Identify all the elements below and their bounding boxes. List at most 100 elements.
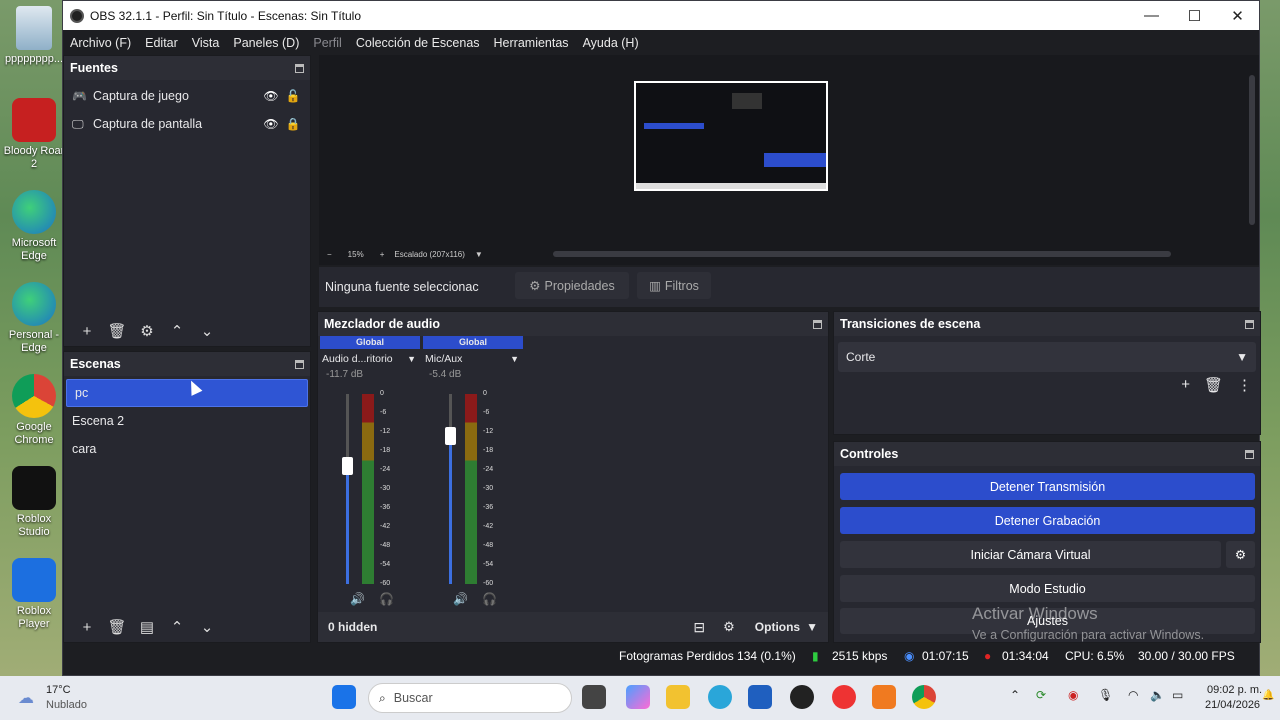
menu-editar[interactable]: Editar — [138, 36, 185, 50]
trash-icon[interactable]: 🗑 — [102, 322, 132, 340]
menu-archivo[interactable]: Archivo (F) — [63, 36, 138, 50]
title-bar[interactable]: OBS 32.1.1 - Perfil: Sin Título - Escena… — [63, 1, 1259, 30]
volume-fader-handle[interactable] — [342, 457, 353, 476]
menu-paneles[interactable]: Paneles (D) — [226, 36, 306, 50]
studio-mode-button[interactable]: Modo Estudio — [840, 575, 1255, 602]
close-button[interactable]: ✕ — [1216, 7, 1259, 25]
arrow-up-icon[interactable]: ⌃ — [162, 322, 192, 340]
arrow-down-icon[interactable]: ⌄ — [192, 322, 222, 340]
microphone-icon[interactable]: 🎙 — [1098, 688, 1113, 702]
sync-icon[interactable]: ⟳ — [1036, 688, 1046, 702]
desktop-icon-personal-edge[interactable]: Personal - Edge — [2, 282, 66, 355]
speaker-icon[interactable]: 🔊 — [350, 592, 365, 606]
desktop-icon-edge[interactable]: Microsoft Edge — [2, 190, 66, 263]
speaker-icon[interactable]: 🔊 — [453, 592, 468, 606]
taskbar-search[interactable]: ⌕ Buscar — [368, 683, 572, 713]
transition-select[interactable]: Corte ▼ — [838, 342, 1256, 372]
eye-icon[interactable]: 👁 — [262, 117, 280, 131]
menu-herramientas[interactable]: Herramientas — [487, 36, 576, 50]
chevron-up-icon[interactable]: ⌃ — [1010, 688, 1020, 702]
undock-icon[interactable] — [813, 319, 822, 329]
headphones-icon[interactable]: 🎧 — [482, 592, 497, 606]
lock-icon[interactable]: 🔒 — [284, 117, 302, 131]
layout-icon[interactable]: ⊟ — [693, 619, 705, 636]
filter-icon[interactable]: ▤ — [132, 618, 162, 636]
app-red-icon[interactable] — [832, 685, 856, 709]
scene-item[interactable]: cara — [64, 435, 310, 463]
properties-button[interactable]: ⚙ Propiedades — [515, 272, 629, 299]
menu-ayuda[interactable]: Ayuda (H) — [576, 36, 646, 50]
task-view-icon[interactable] — [582, 685, 606, 709]
obs-icon[interactable] — [790, 685, 814, 709]
preview-zoom-bar: − 15% + Escalado (207x116) ▼ — [319, 247, 1259, 261]
add-icon[interactable]: + — [72, 323, 102, 340]
clock-time[interactable]: 09:02 p. m. — [1207, 684, 1262, 696]
desktop-icon-roblox-player[interactable]: Roblox Player — [2, 558, 66, 631]
windows-start-icon[interactable] — [332, 685, 356, 709]
virtual-camera-button[interactable]: Iniciar Cámara Virtual — [840, 541, 1221, 568]
chevron-down-icon[interactable]: ▼ — [806, 620, 818, 634]
tray-app-icon[interactable]: ◉ — [1068, 688, 1078, 702]
preview-scrollbar-v[interactable] — [1249, 75, 1255, 225]
more-icon[interactable]: ⋮ — [1237, 376, 1252, 394]
file-explorer-icon[interactable] — [666, 685, 690, 709]
scene-item[interactable]: Escena 2 — [64, 407, 310, 435]
trash-icon[interactable]: 🗑 — [1204, 376, 1223, 394]
menu-coleccion[interactable]: Colección de Escenas — [349, 36, 487, 50]
arrow-up-icon[interactable]: ⌃ — [162, 618, 192, 636]
gear-icon[interactable]: ⚙ — [132, 322, 162, 340]
battery-icon[interactable]: ▭ — [1172, 688, 1183, 702]
source-item[interactable]: 🎮 Captura de juego 👁 🔓 — [64, 82, 310, 110]
meter-scale-label: 0 — [483, 390, 487, 397]
mixer-settings-icon[interactable]: ⚙ — [723, 619, 735, 635]
channel-name[interactable]: Mic/Aux ▼ — [423, 349, 523, 369]
copilot-icon[interactable] — [626, 685, 650, 709]
channel-name[interactable]: Audio d...ritorio ▼ — [320, 349, 420, 369]
undock-icon[interactable] — [1245, 319, 1254, 329]
clock-date[interactable]: 21/04/2026 — [1205, 699, 1260, 711]
filters-button[interactable]: ▥ Filtros — [637, 272, 711, 299]
undock-icon[interactable] — [295, 63, 304, 73]
desktop-icon-recycle[interactable]: pppppppp... — [2, 6, 66, 66]
virtual-camera-settings-icon[interactable]: ⚙ — [1226, 541, 1255, 568]
desktop-icon-chrome[interactable]: Google Chrome — [2, 374, 66, 447]
options-button[interactable]: Options — [755, 620, 800, 634]
eye-icon[interactable]: 👁 — [262, 89, 280, 103]
preview-area[interactable]: − 15% + Escalado (207x116) ▼ — [319, 55, 1259, 265]
chevron-down-icon[interactable]: ▼ — [510, 354, 519, 364]
source-item[interactable]: 🖵 Captura de pantalla 👁 🔒 — [64, 110, 310, 138]
chevron-down-icon[interactable]: ▼ — [407, 354, 416, 364]
fl-studio-icon[interactable] — [872, 685, 896, 709]
edge-icon[interactable] — [708, 685, 732, 709]
headphones-icon[interactable]: 🎧 — [379, 592, 394, 606]
volume-icon[interactable]: 🔈 — [1150, 688, 1165, 702]
trash-icon[interactable]: 🗑 — [102, 618, 132, 636]
stop-record-button[interactable]: Detener Grabación — [840, 507, 1255, 534]
undock-icon[interactable] — [295, 359, 304, 369]
weather-desc[interactable]: Nublado — [46, 699, 87, 711]
minimize-button[interactable]: — — [1130, 7, 1173, 25]
desktop-icon-bloody-roar[interactable]: Bloody Roar 2 — [2, 98, 66, 171]
maximize-button[interactable]: ☐ — [1173, 7, 1216, 25]
stop-stream-button[interactable]: Detener Transmisión — [840, 473, 1255, 500]
chrome-icon[interactable] — [912, 685, 936, 709]
zoom-in-button[interactable]: + — [380, 250, 385, 259]
wifi-icon[interactable]: ◠ — [1128, 688, 1138, 702]
undock-icon[interactable] — [1245, 449, 1254, 459]
volume-fader-track[interactable] — [346, 394, 349, 584]
desktop-icon-roblox-studio[interactable]: Roblox Studio — [2, 466, 66, 539]
notification-icon[interactable]: 🔔 — [1262, 690, 1274, 701]
volume-fader-track[interactable] — [449, 394, 452, 584]
unlock-icon[interactable]: 🔓 — [284, 89, 302, 103]
store-icon[interactable] — [748, 685, 772, 709]
add-icon[interactable]: + — [72, 619, 102, 636]
source-label: Captura de juego — [93, 89, 189, 103]
arrow-down-icon[interactable]: ⌄ — [192, 618, 222, 636]
menu-perfil[interactable]: Perfil — [306, 36, 348, 50]
menu-vista[interactable]: Vista — [185, 36, 227, 50]
scale-dropdown-icon[interactable]: ▼ — [475, 250, 483, 259]
add-icon[interactable]: + — [1181, 376, 1190, 394]
zoom-out-button[interactable]: − — [327, 250, 332, 259]
volume-fader-handle[interactable] — [445, 426, 456, 445]
preview-scrollbar-h[interactable] — [552, 251, 1171, 257]
